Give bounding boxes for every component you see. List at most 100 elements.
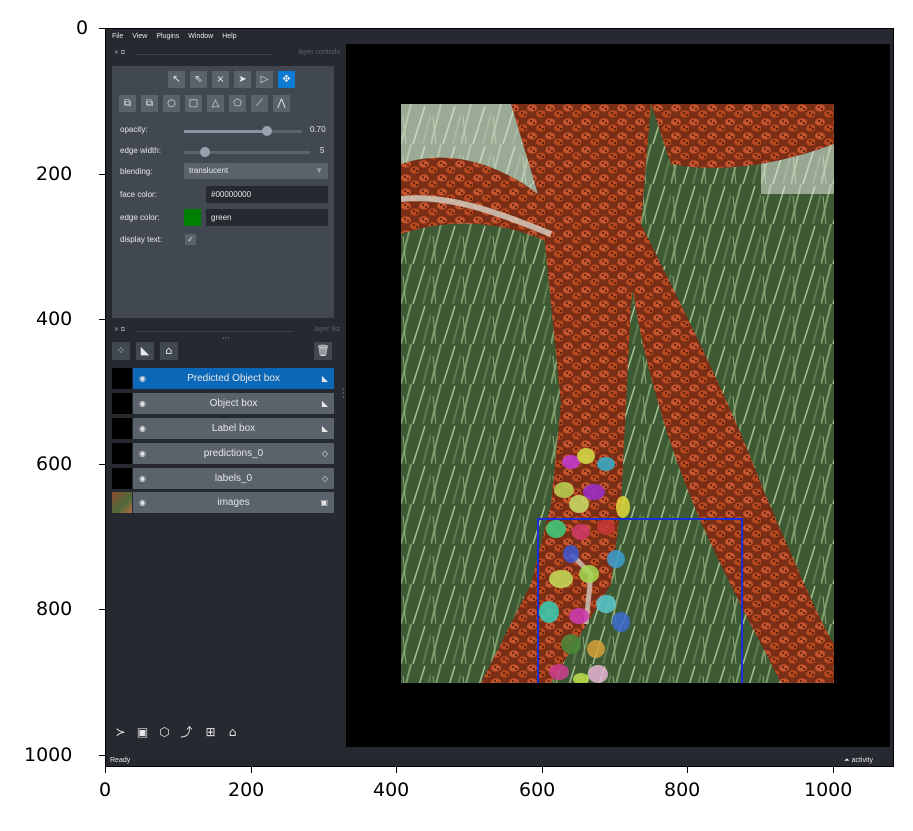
shapes-layer-icon: ◣ (321, 399, 328, 408)
x-tick (542, 767, 543, 773)
path-icon[interactable]: ⋀ (273, 95, 290, 112)
layer-row-labels[interactable]: ◉ labels_0 ◇ (112, 468, 334, 489)
blending-label: blending: (120, 167, 153, 176)
console-icon[interactable]: ≻ (112, 724, 129, 741)
eye-icon[interactable]: ◉ (139, 418, 146, 439)
activity-button[interactable]: ⏶ activity (844, 756, 873, 766)
y-tick-label: 600 (36, 453, 73, 475)
y-tick (99, 174, 105, 175)
y-tick-label: 400 (36, 308, 73, 330)
y-tick-label: 800 (36, 598, 73, 620)
home-icon[interactable]: ⌂ (224, 724, 241, 741)
y-tick (99, 609, 105, 610)
layer-item[interactable]: ◉ Label box ◣ (133, 418, 334, 439)
new-labels-layer-icon[interactable]: ⌂ (160, 342, 178, 360)
menu-help[interactable]: Help (222, 33, 236, 40)
y-tick (99, 28, 105, 29)
move-front-icon[interactable]: ⧉ (119, 95, 136, 112)
line-icon[interactable]: ⟋ (251, 95, 268, 112)
layer-row-predicted-object-box[interactable]: ◉ Predicted Object box ◣ (112, 368, 334, 389)
layer-list-title: layer list (314, 326, 340, 333)
layer-name: predictions_0 (203, 448, 264, 459)
grid-icon[interactable]: ⊞ (202, 724, 219, 741)
layer-item[interactable]: ◉ predictions_0 ◇ (133, 443, 334, 464)
header-divider (136, 331, 294, 332)
dock-float-icon[interactable]: ✕ ⧉ (114, 49, 125, 57)
layer-name: labels_0 (214, 473, 253, 484)
layer-thumbnail (112, 393, 132, 414)
select-icon[interactable]: ➤ (234, 71, 251, 88)
predicted-object-box[interactable] (537, 518, 743, 683)
layer-name: Predicted Object box (187, 373, 280, 384)
chevron-down-icon: ▼ (315, 166, 323, 175)
display-text-checkbox[interactable]: ✓ (185, 234, 196, 245)
blending-dropdown[interactable]: translucent ▼ (184, 163, 328, 179)
menu-file[interactable]: File (112, 33, 123, 40)
image-layer-icon: ▣ (320, 498, 328, 507)
layer-row-images[interactable]: ◉ images ▣ (112, 492, 334, 513)
new-points-layer-icon[interactable]: ⁘ (112, 342, 130, 360)
eye-icon[interactable]: ◉ (139, 468, 146, 489)
delete-layer-icon[interactable]: 🗑 (314, 342, 332, 360)
layer-item[interactable]: ◉ labels_0 ◇ (133, 468, 334, 489)
direct-select-icon[interactable]: ▷ (256, 71, 273, 88)
layer-item[interactable]: ◉ Object box ◣ (133, 393, 334, 414)
header-divider (136, 54, 272, 55)
menu-view[interactable]: View (132, 33, 147, 40)
opacity-slider-handle[interactable] (261, 126, 272, 136)
activity-label: activity (851, 757, 873, 764)
napari-screenshot-axes: File View Plugins Window Help ✕ ⧉ layer … (105, 28, 894, 767)
vertex-insert-icon[interactable]: ↖ (168, 71, 185, 88)
rectangle-icon[interactable]: □ (185, 95, 202, 112)
layer-name: Object box (209, 398, 258, 409)
layer-row-object-box[interactable]: ◉ Object box ◣ (112, 393, 334, 414)
layer-thumbnail (112, 468, 132, 489)
face-color-input[interactable]: #00000000 (206, 186, 328, 203)
chevron-up-icon: ⏶ (844, 757, 850, 764)
menu-window[interactable]: Window (188, 33, 213, 40)
layer-list-header: ✕ ⧉ layer list (112, 324, 340, 336)
edge-width-slider-handle[interactable] (200, 147, 210, 157)
delete-shape-icon[interactable]: × (212, 71, 229, 88)
status-bar: Ready ⏶ activity (106, 756, 893, 766)
eye-icon[interactable]: ◉ (139, 443, 146, 464)
opacity-slider-fill (184, 130, 267, 133)
ndisplay-icon[interactable]: ▣ (134, 724, 151, 741)
dock-float-icon[interactable]: ✕ ⧉ (114, 326, 125, 334)
layer-name: images (217, 497, 250, 508)
x-tick-label: 400 (373, 779, 410, 801)
eye-icon[interactable]: ◉ (139, 492, 146, 513)
x-tick-label: 600 (519, 779, 556, 801)
layer-controls-panel: ↖ ⇖ × ➤ ▷ ✥ ⧉ ⧉ ○ □ △ ⬠ ⟋ ⋀ opacity: 0.7… (112, 66, 334, 343)
ellipse-icon[interactable]: ○ (163, 95, 180, 112)
shapes-layer-icon: ◣ (321, 374, 328, 383)
x-tick (833, 767, 834, 773)
transpose-icon[interactable]: ⤴ (178, 724, 195, 741)
move-back-icon[interactable]: ⧉ (141, 95, 158, 112)
eye-icon[interactable]: ◉ (139, 368, 146, 389)
layer-thumbnail (112, 368, 132, 389)
triangle-icon[interactable]: △ (207, 95, 224, 112)
y-tick-label: 0 (76, 17, 89, 39)
eye-icon[interactable]: ◉ (139, 393, 146, 414)
panel-resize-handle[interactable]: ··· (222, 335, 230, 343)
edge-color-input[interactable]: green (206, 209, 328, 226)
roll-icon[interactable]: ⬡ (156, 724, 173, 741)
new-shapes-layer-icon[interactable]: ◣ (136, 342, 154, 360)
layer-row-predictions[interactable]: ◉ predictions_0 ◇ (112, 443, 334, 464)
face-color-swatch[interactable] (184, 186, 201, 203)
polygon-icon[interactable]: ⬠ (229, 95, 246, 112)
layer-item[interactable]: ◉ Predicted Object box ◣ (133, 368, 334, 389)
labels-layer-icon: ◇ (321, 449, 328, 458)
layer-row-label-box[interactable]: ◉ Label box ◣ (112, 418, 334, 439)
pan-zoom-icon[interactable]: ✥ (278, 71, 295, 88)
viewer-canvas[interactable] (346, 44, 890, 747)
menu-plugins[interactable]: Plugins (156, 33, 179, 40)
edge-width-label: edge width: (120, 146, 161, 155)
layer-item[interactable]: ◉ images ▣ (133, 492, 334, 513)
vertex-add-icon[interactable]: ⇖ (190, 71, 207, 88)
layer-controls-header: ✕ ⧉ layer controls (112, 47, 340, 59)
edge-color-swatch[interactable] (184, 209, 201, 226)
status-message: Ready (110, 757, 131, 764)
labels-layer-icon: ◇ (321, 474, 328, 483)
